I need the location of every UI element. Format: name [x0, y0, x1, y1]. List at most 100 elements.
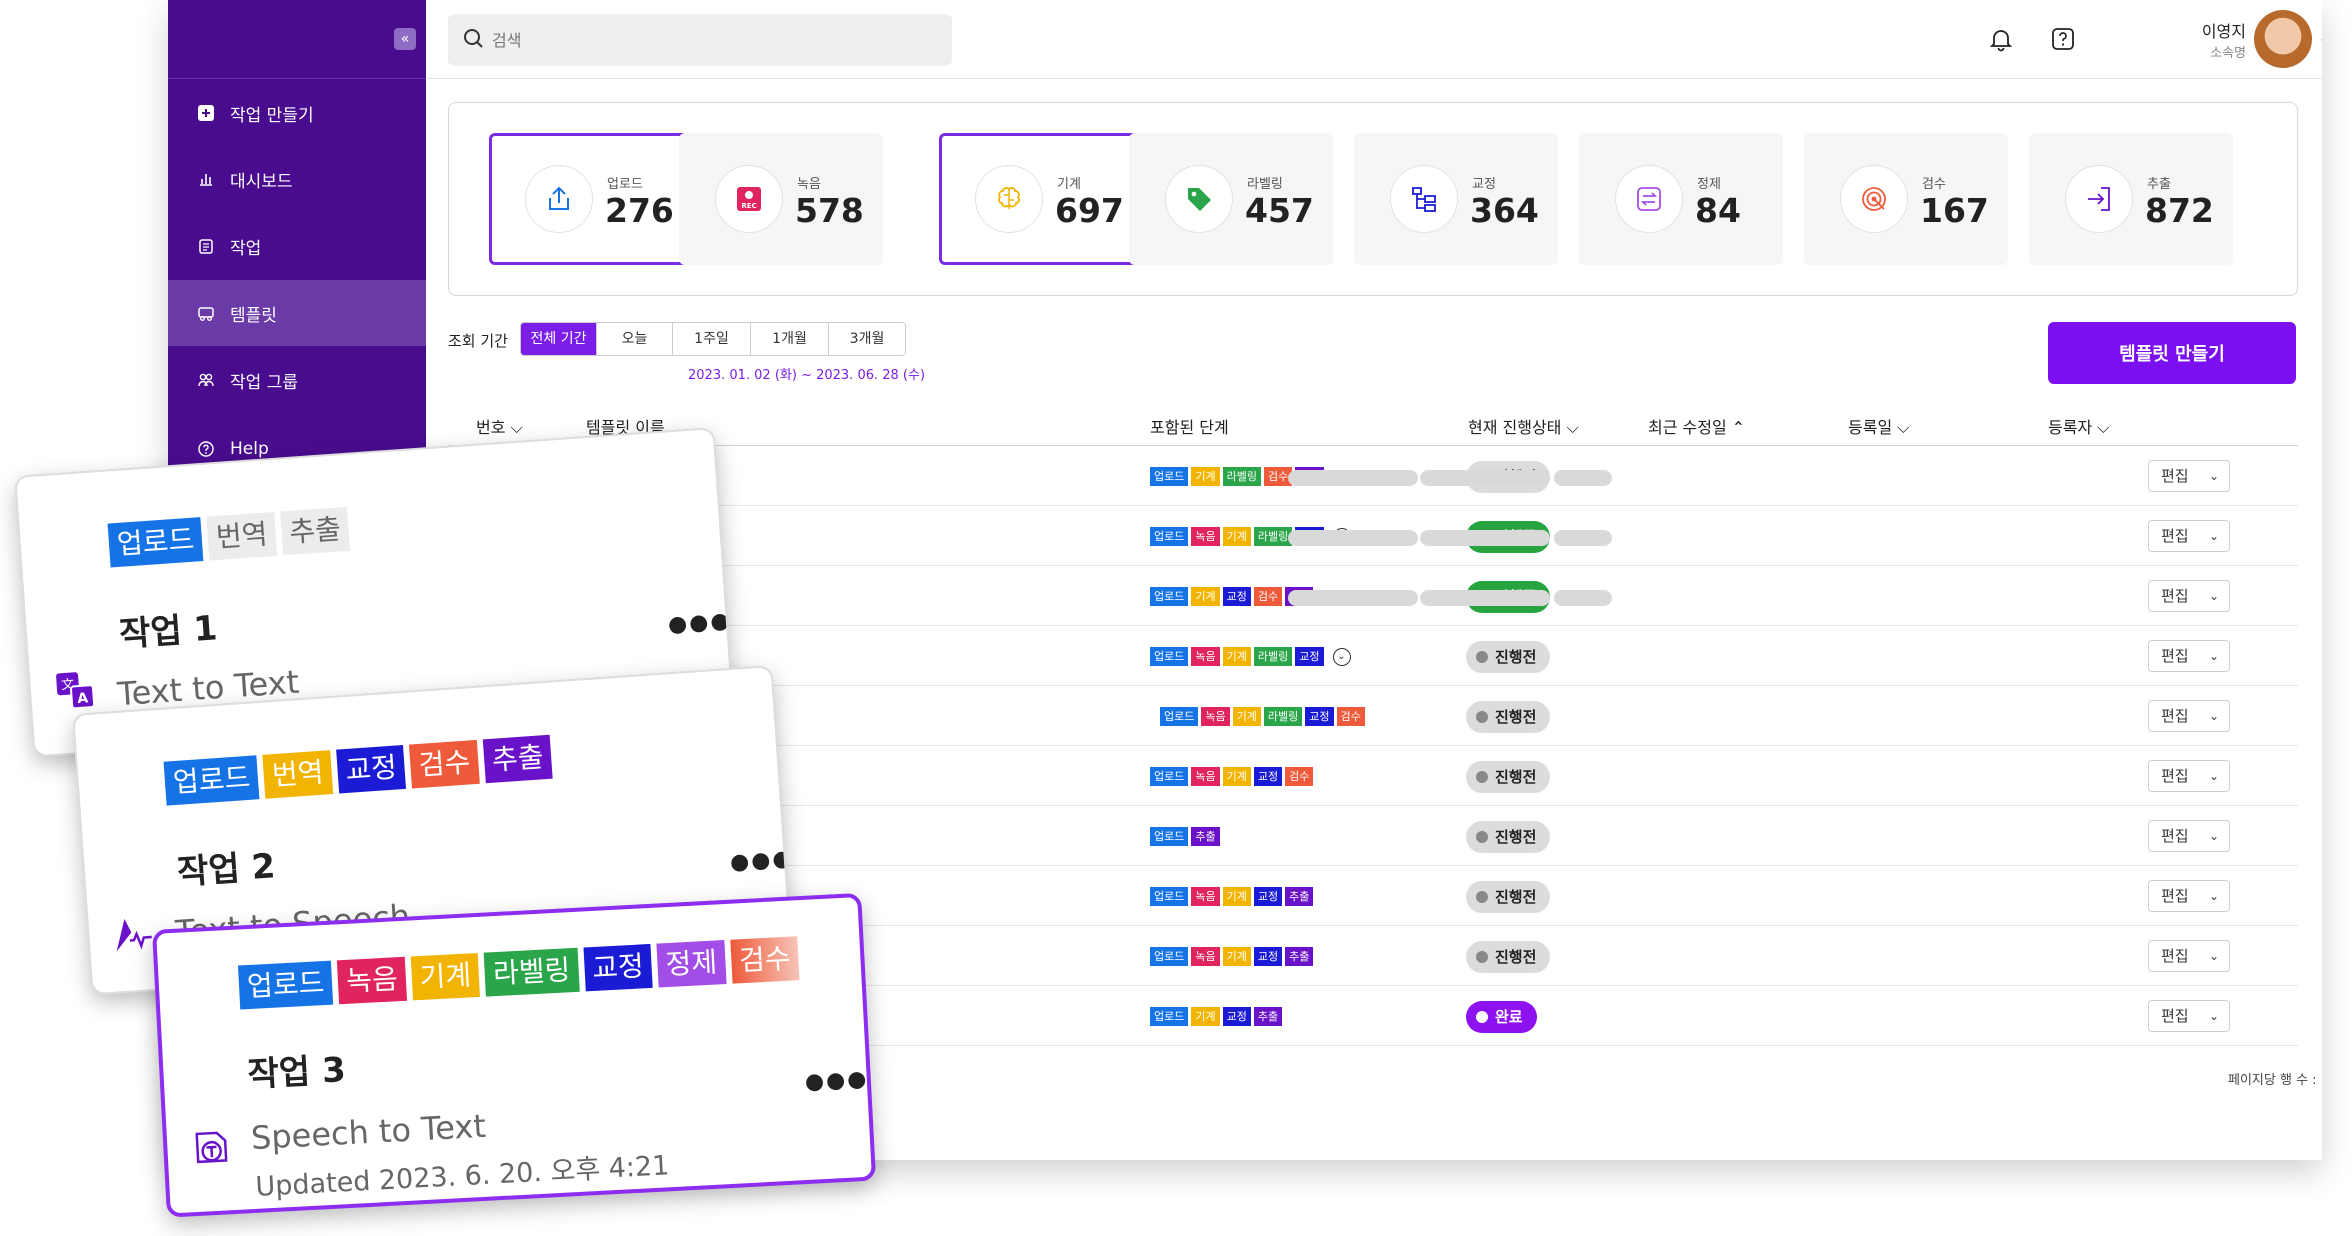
skeleton-registered [1420, 530, 1550, 546]
stage-tag: 업로드 [1150, 647, 1189, 666]
status-dot [1476, 651, 1488, 663]
edit-button[interactable]: 편집 ⌄ [2148, 1000, 2230, 1032]
edit-button[interactable]: 편집 ⌄ [2148, 700, 2230, 732]
sort-registrant-header[interactable]: 등록자 ⌵ [2048, 414, 2109, 438]
stat-card-correction[interactable]: 교정 364 [1354, 133, 1558, 265]
search-input[interactable] [492, 30, 912, 50]
stat-label: 업로드 [607, 177, 643, 192]
chevron-down-icon[interactable]: ⌄ [2318, 28, 2322, 47]
stages-header: 포함된 단계 [1150, 418, 1229, 437]
tab-week[interactable]: 1주일 [673, 323, 751, 355]
status-badge: 진행전 [1466, 701, 1551, 733]
edit-label: 편집 [2161, 527, 2189, 545]
stage-tag: 녹음 [1191, 887, 1220, 906]
stat-card-upload[interactable]: 업로드 276 [489, 133, 693, 265]
stage-tag: 추출 [1191, 827, 1220, 846]
clipboard-icon [196, 236, 216, 256]
stat-card-labeling[interactable]: 라벨링 457 [1129, 133, 1333, 265]
tab-month[interactable]: 1개월 [751, 323, 829, 355]
status-badge: 진행전 [1466, 641, 1551, 673]
refine-icon [1615, 165, 1683, 233]
stage-tag: 검수 [1253, 587, 1283, 606]
stage-tag: 업로드 [163, 755, 260, 806]
table-row[interactable]: 10업로드기계라벨링검수추출진행전편집⌄ [448, 446, 2298, 506]
stage-tag: 업로드 [1150, 767, 1189, 786]
translate-icon: 文A [54, 669, 97, 712]
stat-card-recording[interactable]: REC 녹음 578 [679, 133, 883, 265]
svg-text:REC: REC [741, 202, 756, 210]
stage-tag: 검수 [1285, 767, 1314, 786]
status-dot [1476, 771, 1488, 783]
bar-chart-icon [196, 169, 216, 189]
stage-tag: 교정 [1253, 947, 1283, 966]
tab-3months[interactable]: 3개월 [829, 323, 905, 355]
stage-tags: 업로드 추출 [1150, 827, 1223, 846]
more-icon[interactable]: ●●● [804, 1067, 869, 1095]
date-range: 2023. 01. 02 (화) ~ 2023. 06. 28 (수) [688, 368, 926, 383]
stage-tag: 교정 [1222, 1007, 1251, 1026]
stat-value: 872 [2145, 191, 2214, 230]
sidebar-item-tasks[interactable]: 작업 [168, 213, 426, 279]
sidebar-item-templates[interactable]: 템플릿 [168, 280, 426, 346]
edit-button[interactable]: 편집 ⌄ [2148, 460, 2230, 492]
sort-status-header[interactable]: 현재 진행상태 ⌵ [1468, 414, 1579, 438]
stage-tag: 기계 [1222, 887, 1251, 906]
status-badge: 진행전 [1466, 941, 1551, 973]
stat-label: 정제 [1697, 177, 1721, 192]
tab-all-period[interactable]: 전체 기간 [521, 323, 597, 355]
search-box[interactable] [448, 14, 952, 66]
stats-panel: 업로드 276 REC 녹음 578 기계 697 라벨링 457 교정 364… [448, 102, 2298, 296]
sidebar-item-dashboard[interactable]: 대시보드 [168, 146, 426, 212]
more-icon[interactable]: ●●● [667, 608, 732, 637]
edit-button[interactable]: 편집 ⌄ [2148, 640, 2230, 672]
edit-button[interactable]: 편집 ⌄ [2148, 940, 2230, 972]
stage-tag: 기계 [1191, 467, 1220, 486]
stage-tags: 업로드 녹음 기계 라벨링 교정 검수 [1160, 707, 1368, 726]
stat-label: 녹음 [797, 177, 821, 192]
edit-button[interactable]: 편집 ⌄ [2148, 880, 2230, 912]
stat-card-extract[interactable]: 추출 872 [2029, 133, 2233, 265]
stage-tag: 추출 [482, 734, 554, 784]
sort-registered-header[interactable]: 등록일 ⌵ [1848, 414, 1909, 438]
edit-button[interactable]: 편집 ⌄ [2148, 520, 2230, 552]
stat-card-inspection[interactable]: 검수 167 [1804, 133, 2008, 265]
edit-button[interactable]: 편집 ⌄ [2148, 580, 2230, 612]
expand-stages-icon[interactable]: ⌄ [1332, 647, 1351, 666]
more-icon[interactable]: ●●● [729, 846, 792, 875]
avatar[interactable] [2254, 10, 2312, 68]
collapse-sidebar-icon[interactable]: « [394, 28, 416, 50]
sidebar-item-label: 템플릿 [230, 305, 277, 326]
edit-label: 편집 [2161, 827, 2189, 845]
stage-tag: 업로드 [237, 960, 334, 1010]
stage-tags: 업로드녹음기계라벨링교정 ⌄ [1150, 647, 1351, 666]
stage-tag: 기계 [410, 952, 481, 1001]
create-template-button[interactable]: 템플릿 만들기 [2048, 322, 2296, 384]
sort-modified-header[interactable]: 최근 수정일 ⌃ [1648, 414, 1745, 438]
table-row[interactable]: 업로드녹음기계라벨링교정⌄진행중편집⌄ [448, 506, 2298, 566]
stat-card-machine[interactable]: 기계 697 [939, 133, 1143, 265]
edit-button[interactable]: 편집 ⌄ [2148, 820, 2230, 852]
stage-tag: 검수 [729, 936, 800, 984]
stat-label: 라벨링 [1247, 177, 1283, 192]
help-icon[interactable] [2048, 24, 2078, 54]
bell-icon[interactable] [1986, 24, 2016, 54]
sidebar-item-create-task[interactable]: 작업 만들기 [168, 80, 426, 146]
stat-value: 697 [1055, 191, 1124, 230]
stat-value: 84 [1695, 191, 1741, 230]
chevron-down-icon: ⌄ [2208, 529, 2219, 543]
tab-today[interactable]: 오늘 [597, 323, 673, 355]
sidebar-item-task-groups[interactable]: 작업 그룹 [168, 347, 426, 413]
card-title: 작업 1 [117, 608, 219, 655]
pagination: 페이지당 행 수 : 10 ⌄ ‹ 1 / 100 › [2228, 1068, 2322, 1089]
sidebar-item-label: 작업 [230, 238, 262, 259]
sort-number-header[interactable]: 번호 ⌵ [476, 414, 523, 438]
skeleton-registrant [1554, 530, 1612, 546]
edit-button[interactable]: 편집 ⌄ [2148, 760, 2230, 792]
status-label: 진행전 [1495, 768, 1537, 786]
edit-label: 편집 [2161, 947, 2189, 965]
skeleton-registered [1420, 590, 1550, 606]
task-card-3[interactable]: 업로드 녹음 기계 라벨링 교정 정제 검수 작업 3 ●●● Speech t… [152, 892, 877, 1218]
edit-label: 편집 [2161, 767, 2189, 785]
template-icon [196, 303, 216, 323]
stat-card-refine[interactable]: 정제 84 [1579, 133, 1783, 265]
